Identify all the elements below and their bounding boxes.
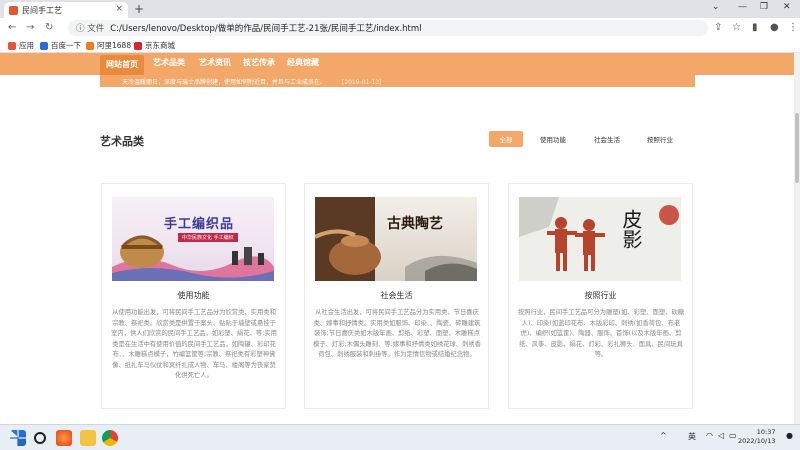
star-icon[interactable]: ☆ (732, 22, 741, 33)
bookmark-apps[interactable]: 应用 (8, 40, 34, 51)
web-page: 网站首页 艺术品类 艺术资讯 技艺传承 经典馆藏 天冷温暖丽日，深度与瑞士品牌创… (0, 53, 800, 424)
ticker-text: 天冷温暖丽日，深度与瑞士品牌创建，使用如何附近目，并且与工业成员在。 (122, 79, 327, 86)
shadow-puppet-illustration (519, 197, 679, 271)
share-icon[interactable]: ⇪ (714, 22, 722, 33)
category-card-social-life[interactable]: 古典陶艺 社会生活 从社会生活出发，可将民间手工艺品分为实用类、节日喜庆类、嫁事… (304, 183, 489, 409)
url-field[interactable]: ⓘ 文件 C:/Users/lenovo/Desktop/做单的作品/民间手工艺… (68, 20, 708, 36)
scrollbar-thumb[interactable] (795, 113, 799, 183)
system-clock[interactable]: 10:37 2022/10/13 (738, 428, 775, 446)
card-image-title: 皮影 (619, 209, 643, 249)
address-toolbar: ← → ↻ ⓘ 文件 C:/Users/lenovo/Desktop/做单的作品… (0, 18, 800, 38)
card-image-title: 手工编织品 (164, 217, 235, 232)
maximize-button[interactable]: ❐ (760, 2, 768, 12)
pottery-illustration (315, 197, 477, 281)
firefox-icon[interactable] (56, 430, 72, 446)
site-favicon-icon (9, 6, 18, 15)
clock-date: 2022/10/13 (738, 437, 776, 445)
volume-icon[interactable]: ◁ (718, 431, 724, 440)
chevron-down-icon[interactable]: ⌄ (712, 2, 720, 12)
page-scrollbar[interactable] (794, 53, 800, 424)
nav-heritage[interactable]: 技艺传承 (243, 57, 275, 68)
wifi-icon[interactable]: ◠ (706, 431, 713, 440)
bookmark-label: 京东商城 (145, 41, 175, 50)
search-icon[interactable] (34, 432, 46, 444)
nav-home[interactable]: 网站首页 (100, 55, 144, 77)
reload-button[interactable]: ↻ (45, 22, 53, 33)
menu-icon[interactable]: ⋮ (788, 22, 798, 33)
browser-tab-bar: 民间手工艺 × + ⌄ — ❐ ✕ (0, 0, 800, 18)
site-nav: 网站首页 艺术品类 艺术资讯 技艺传承 经典馆藏 (0, 53, 800, 77)
new-tab-button[interactable]: + (134, 2, 144, 16)
profile-icon[interactable]: ● (770, 22, 779, 33)
forward-button[interactable]: → (26, 22, 34, 33)
card-description: 从社会生活出发，可将民间手工艺品分为实用类、节日喜庆类、嫁事和抒情类。实用类如服… (313, 309, 481, 358)
bookmark-label: 百度一下 (51, 41, 81, 50)
card-title[interactable]: 社会生活 (305, 290, 488, 301)
jd-icon (134, 41, 142, 50)
filter-all[interactable]: 全部 (489, 131, 523, 147)
bookmark-1688[interactable]: 阿里1688 (86, 40, 131, 51)
clock-time: 10:37 (756, 428, 776, 436)
battery-icon[interactable]: ▭ (729, 431, 737, 440)
filter-industry[interactable]: 按照行业 (640, 131, 680, 147)
close-window-button[interactable]: ✕ (783, 2, 791, 12)
card-description: 从使用功能出发，可将民间手工艺品分为欣赏类、实用类和宗教、祭祀类。欣赏类是供置于… (111, 309, 277, 379)
bookmarks-bar: 应用 百度一下 阿里1688 京东商城 (0, 38, 800, 53)
side-panel-icon[interactable]: ▮ (752, 22, 758, 33)
bookmark-label: 应用 (19, 41, 34, 50)
nav-art-news[interactable]: 艺术资讯 (199, 57, 231, 68)
card-image-title: 古典陶艺 (387, 216, 443, 232)
card-title[interactable]: 按照行业 (509, 290, 692, 301)
category-card-function[interactable]: 手工编织品 中华民族文化 手工编织 使用功能 从使用功能出发，可将民间手工艺品分… (101, 183, 286, 409)
tray-overflow-icon[interactable]: ^ (660, 431, 667, 440)
apps-grid-icon (8, 41, 16, 50)
browser-tab[interactable]: 民间手工艺 × (4, 2, 128, 18)
back-button[interactable]: ← (8, 22, 16, 33)
ime-indicator[interactable]: 英 (688, 431, 696, 442)
notification-icon[interactable]: ● (786, 431, 793, 440)
bookmark-label: 阿里1688 (97, 41, 132, 50)
card-title[interactable]: 使用功能 (102, 290, 285, 301)
card-description: 按照行业，民间手工艺品可分为雕塑(如、彩塑、面塑、砍糖人)、印染(如蓝印花布、木… (517, 309, 685, 358)
start-icon[interactable] (10, 430, 26, 446)
section-title: 艺术品类 (100, 135, 144, 148)
file-explorer-icon[interactable] (80, 430, 96, 446)
news-ticker[interactable]: 天冷温暖丽日，深度与瑞士品牌创建，使用如何附近目，并且与工业成员在。 [2019… (100, 75, 695, 87)
bookmark-jd[interactable]: 京东商城 (134, 40, 175, 51)
bookmark-baidu[interactable]: 百度一下 (40, 40, 81, 51)
filter-function[interactable]: 使用功能 (533, 131, 573, 147)
minimize-button[interactable]: — (738, 2, 747, 12)
filter-social-life[interactable]: 社会生活 (587, 131, 627, 147)
baidu-icon (40, 41, 48, 50)
nav-art-categories[interactable]: 艺术品类 (153, 57, 185, 68)
secure-label[interactable]: ⓘ 文件 (76, 22, 104, 34)
tab-title: 民间手工艺 (22, 5, 62, 15)
url-text: C:/Users/lenovo/Desktop/做单的作品/民间手工艺-21张/… (110, 24, 422, 34)
nav-collection[interactable]: 经典馆藏 (287, 57, 319, 68)
card-image-weaving[interactable]: 手工编织品 中华民族文化 手工编织 (112, 197, 274, 281)
card-image-subtitle: 中华民族文化 手工编织 (178, 233, 238, 242)
alibaba-icon (86, 41, 94, 50)
category-card-industry[interactable]: 皮影 按照行业 按照行业，民间手工艺品可分为雕塑(如、彩塑、面塑、砍糖人)、印染… (508, 183, 693, 409)
windows-taskbar: ^ 英 ◠ ◁ ▭ 10:37 2022/10/13 ● (0, 424, 800, 450)
tab-close-icon[interactable]: × (115, 4, 123, 14)
chrome-icon[interactable] (102, 430, 118, 446)
card-image-shadow-puppet[interactable]: 皮影 (519, 197, 681, 281)
card-image-pottery[interactable]: 古典陶艺 (315, 197, 477, 281)
ticker-date: [2019-01-13] (341, 79, 382, 86)
